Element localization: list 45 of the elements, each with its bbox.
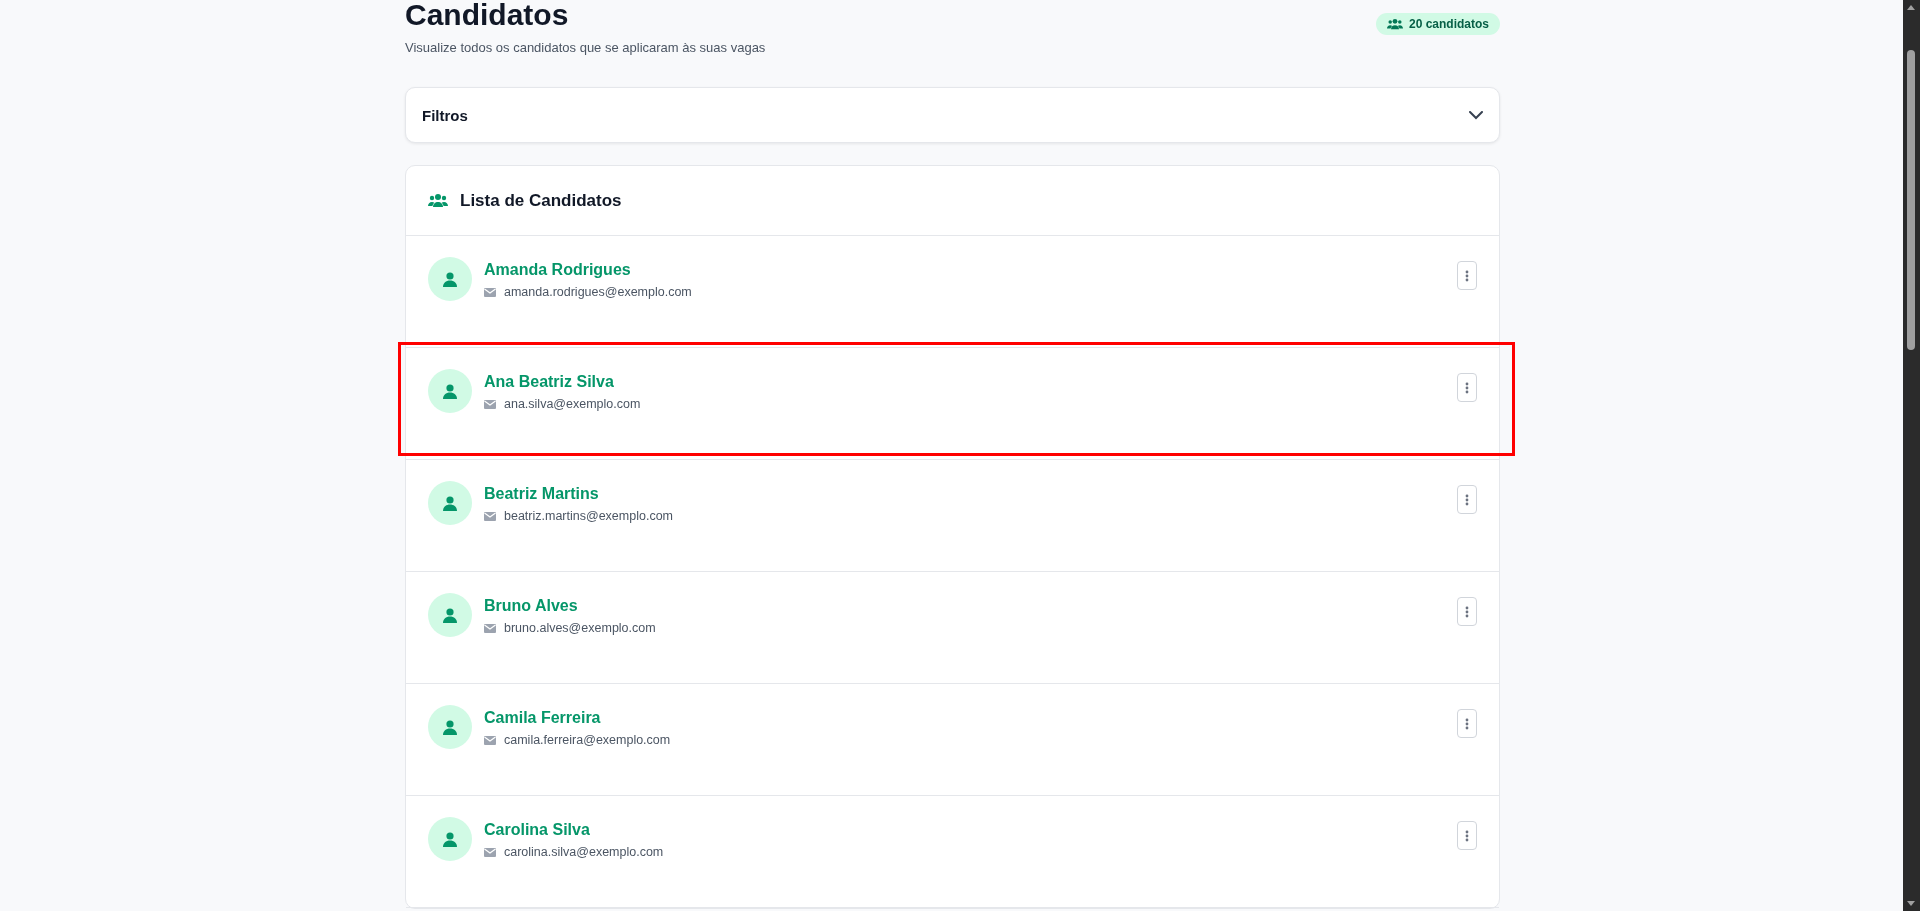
vertical-dots-icon <box>1465 829 1469 842</box>
vertical-dots-icon <box>1465 717 1469 730</box>
envelope-icon <box>484 399 496 409</box>
count-badge: 20 candidatos <box>1375 13 1500 35</box>
candidate-name[interactable]: Carolina Silva <box>484 821 590 839</box>
avatar-icon <box>428 369 472 413</box>
page-subtitle: Visualize todos os candidatos que se aplicaram às suas vagas <box>405 40 766 55</box>
candidate-email: camila.ferreira@exemplo.com <box>504 733 671 747</box>
avatar-icon <box>428 705 472 749</box>
more-options-button[interactable] <box>1457 485 1477 514</box>
filters-toggle[interactable]: Filtros <box>405 87 1500 143</box>
more-options-button[interactable] <box>1457 373 1477 402</box>
candidate-email: beatriz.martins@exemplo.com <box>504 509 673 523</box>
envelope-icon <box>484 287 496 297</box>
envelope-icon <box>484 735 496 745</box>
list-title: Lista de Candidatos <box>460 190 622 211</box>
avatar-icon <box>428 481 472 525</box>
candidate-name[interactable]: Amanda Rodrigues <box>484 261 631 279</box>
users-icon <box>1386 17 1403 31</box>
candidate-email: amanda.rodrigues@exemplo.com <box>504 285 692 299</box>
avatar-icon <box>428 593 472 637</box>
envelope-icon <box>484 623 496 633</box>
scrollbar[interactable] <box>1903 0 1920 911</box>
candidate-name[interactable]: Beatriz Martins <box>484 485 599 503</box>
envelope-icon <box>484 847 496 857</box>
candidate-email: carolina.silva@exemplo.com <box>504 845 664 859</box>
avatar-icon <box>428 817 472 861</box>
candidate-name[interactable]: Camila Ferreira <box>484 709 601 727</box>
more-options-button[interactable] <box>1457 709 1477 738</box>
candidate-email: bruno.alves@exemplo.com <box>504 621 656 635</box>
users-icon <box>428 192 448 209</box>
more-options-button[interactable] <box>1457 821 1477 850</box>
page-title: Candidatos <box>405 0 570 33</box>
candidate-email: ana.silva@exemplo.com <box>504 397 641 411</box>
vertical-dots-icon <box>1465 269 1469 282</box>
candidate-name[interactable]: Bruno Alves <box>484 597 578 615</box>
envelope-icon <box>484 511 496 521</box>
vertical-dots-icon <box>1465 381 1469 394</box>
chevron-down-icon <box>1469 110 1483 120</box>
candidate-name[interactable]: Ana Beatriz Silva <box>484 373 614 391</box>
more-options-button[interactable] <box>1457 261 1477 290</box>
vertical-dots-icon <box>1465 605 1469 618</box>
more-options-button[interactable] <box>1457 597 1477 626</box>
avatar-icon <box>428 257 472 301</box>
vertical-dots-icon <box>1465 493 1469 506</box>
